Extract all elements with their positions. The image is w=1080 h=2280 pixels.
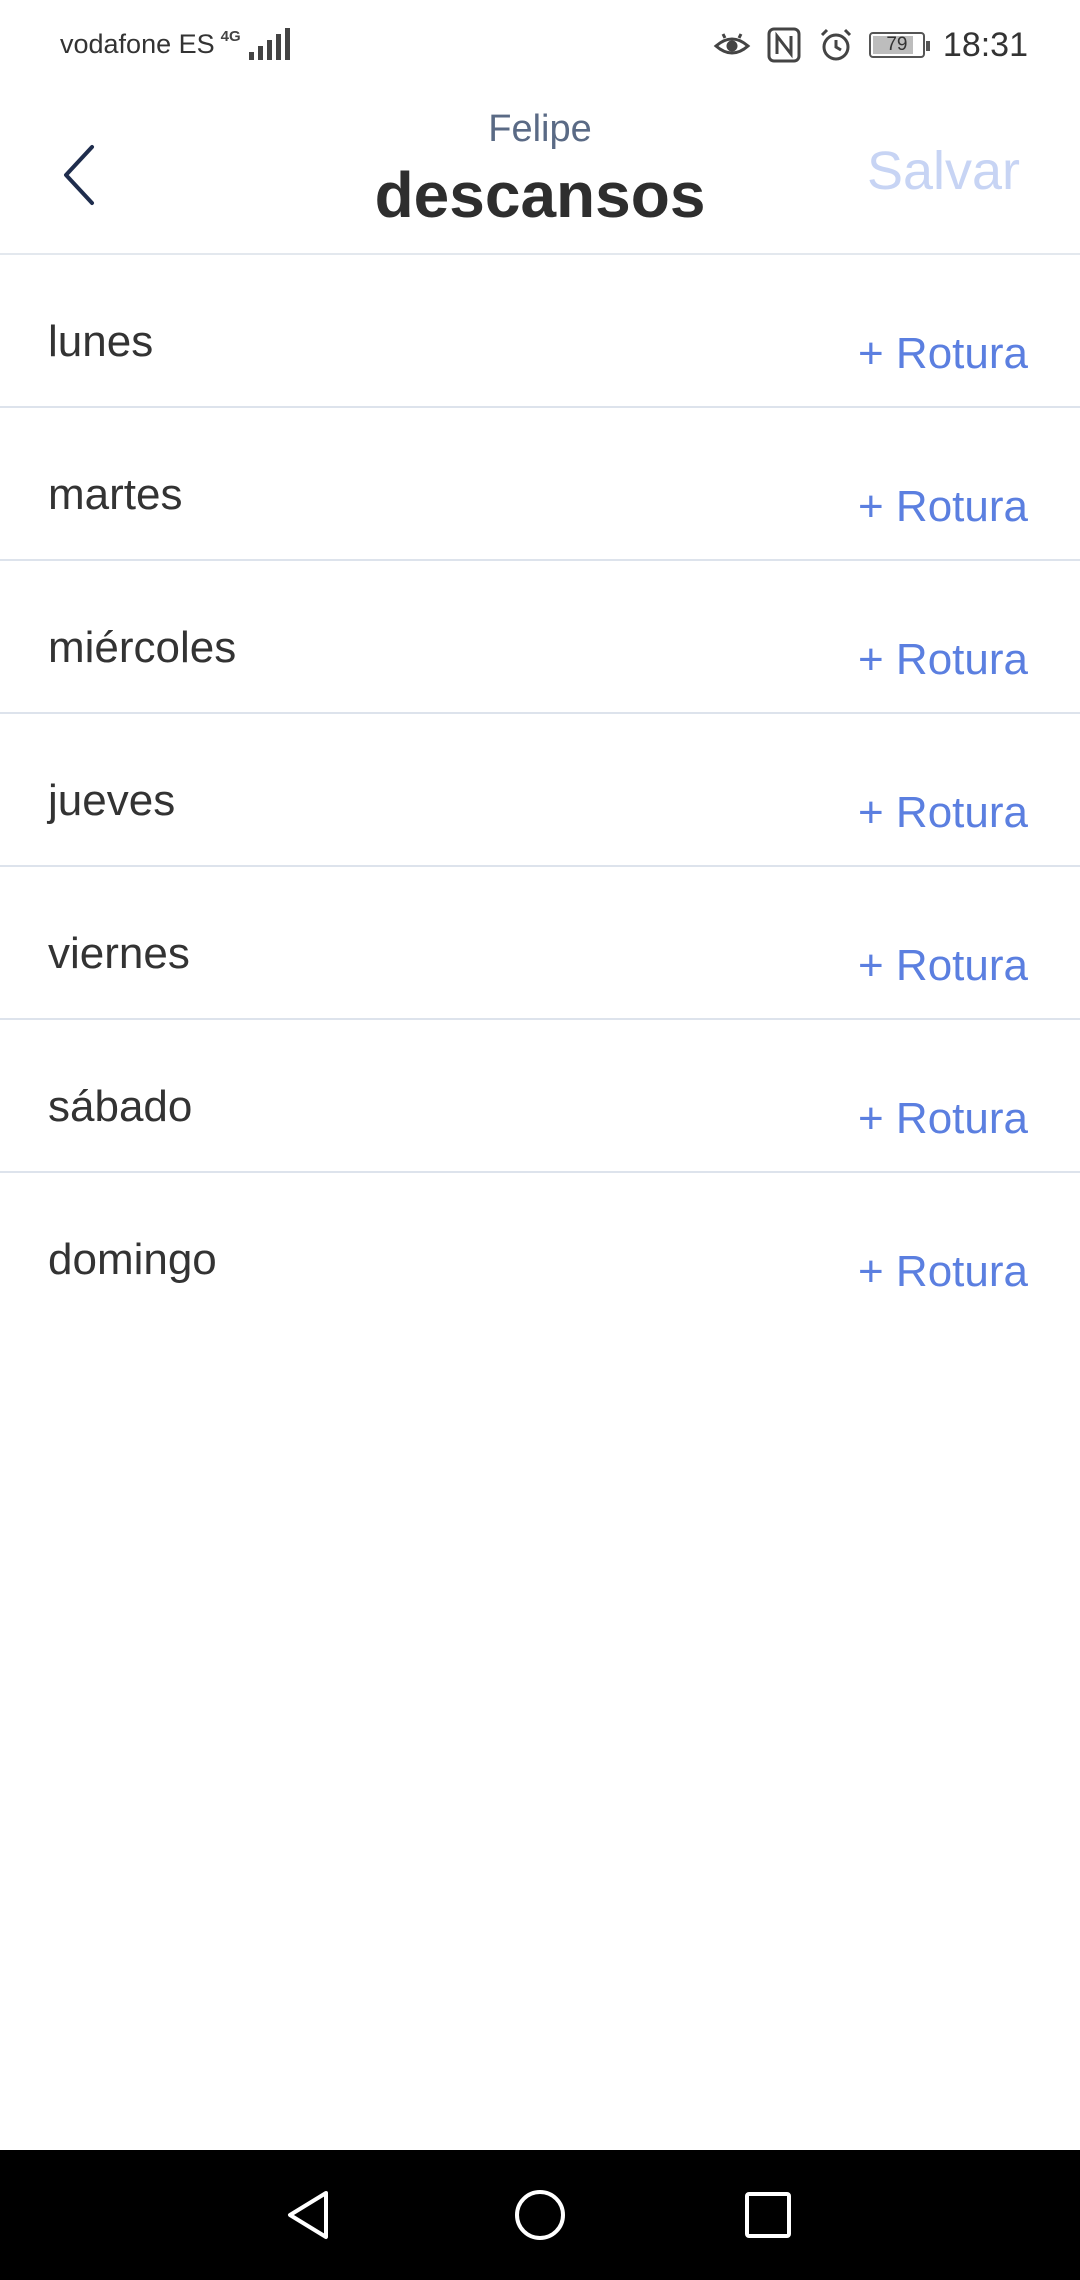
day-row-miercoles: miércoles + Rotura bbox=[0, 561, 1080, 714]
save-button[interactable]: Salvar bbox=[867, 140, 1020, 202]
add-break-button[interactable]: + Rotura bbox=[858, 941, 1028, 991]
navigation-bar bbox=[0, 2150, 1080, 2280]
header: Felipe descansos Salvar bbox=[0, 90, 1080, 255]
day-label: martes bbox=[48, 470, 183, 519]
day-row-jueves: jueves + Rotura bbox=[0, 714, 1080, 867]
square-recents-icon bbox=[745, 2192, 791, 2238]
day-label: domingo bbox=[48, 1235, 217, 1284]
carrier-name: vodafone ES bbox=[60, 28, 215, 59]
day-row-lunes: lunes + Rotura bbox=[0, 255, 1080, 408]
day-row-sabado: sábado + Rotura bbox=[0, 1020, 1080, 1173]
add-break-button[interactable]: + Rotura bbox=[858, 482, 1028, 532]
day-row-martes: martes + Rotura bbox=[0, 408, 1080, 561]
status-icons: 79 18:31 bbox=[713, 22, 1028, 68]
day-list: lunes + Rotura martes + Rotura miércoles… bbox=[0, 255, 1080, 1326]
add-break-button[interactable]: + Rotura bbox=[858, 1094, 1028, 1144]
eye-comfort-icon bbox=[713, 33, 751, 55]
nfc-icon bbox=[767, 27, 801, 63]
battery-level: 79 bbox=[886, 34, 908, 55]
day-row-viernes: viernes + Rotura bbox=[0, 867, 1080, 1020]
add-break-button[interactable]: + Rotura bbox=[858, 1247, 1028, 1297]
triangle-back-icon bbox=[288, 2191, 328, 2239]
day-label: sábado bbox=[48, 1082, 193, 1131]
circle-home-icon bbox=[515, 2190, 565, 2240]
day-label: miércoles bbox=[48, 623, 237, 672]
day-label: jueves bbox=[48, 776, 176, 825]
day-label: lunes bbox=[48, 317, 154, 366]
carrier-info: vodafone ES 4G bbox=[60, 28, 290, 60]
status-bar: vodafone ES 4G 79 18:31 bbox=[0, 0, 1080, 90]
add-break-button[interactable]: + Rotura bbox=[858, 788, 1028, 838]
add-break-button[interactable]: + Rotura bbox=[858, 329, 1028, 379]
day-label: viernes bbox=[48, 929, 190, 978]
add-break-button[interactable]: + Rotura bbox=[858, 635, 1028, 685]
nav-home-button[interactable] bbox=[505, 2180, 575, 2250]
network-type: 4G bbox=[220, 27, 241, 45]
clock: 18:31 bbox=[942, 25, 1028, 64]
signal-icon bbox=[248, 28, 290, 60]
day-row-domingo: domingo + Rotura bbox=[0, 1173, 1080, 1326]
nav-recents-button[interactable] bbox=[733, 2180, 803, 2250]
alarm-icon bbox=[820, 28, 851, 61]
nav-back-button[interactable] bbox=[273, 2180, 343, 2250]
screen: vodafone ES 4G 79 18:31 Felipe descansos… bbox=[0, 0, 1080, 2280]
battery-icon: 79 bbox=[868, 32, 930, 58]
